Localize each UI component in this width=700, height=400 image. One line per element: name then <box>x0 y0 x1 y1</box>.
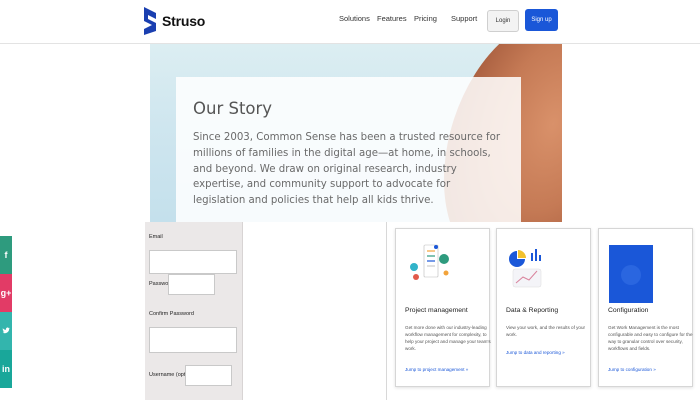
nav-features[interactable]: Features <box>377 14 407 23</box>
brand-logo[interactable]: Struso <box>141 7 205 35</box>
username-field[interactable] <box>185 365 232 386</box>
password-field[interactable] <box>168 274 215 295</box>
login-button[interactable]: Login <box>487 10 519 32</box>
card-title: Data & Reporting <box>506 307 559 314</box>
brand-name: Struso <box>162 13 206 29</box>
card-data-reporting[interactable]: Data & Reporting View your work, and the… <box>496 228 591 387</box>
card-project-management[interactable]: Project management Get more done with ou… <box>395 228 491 387</box>
section-divider <box>386 222 387 400</box>
facebook-icon[interactable]: f <box>0 236 12 274</box>
struso-logo-icon <box>144 7 156 35</box>
card-title: Configuration <box>608 307 649 314</box>
email-label: Email <box>149 234 163 240</box>
card-link[interactable]: Jump to configuration » <box>608 367 656 372</box>
confirm-password-label: Confirm Password <box>149 311 194 317</box>
story-panel: Our Story Since 2003, Common Sense has b… <box>176 77 521 222</box>
top-header: Struso Solutions Features Pricing Suppor… <box>0 0 700 44</box>
signup-button[interactable]: Sign up <box>525 9 558 31</box>
signup-form: Email Password Confirm Password Username… <box>145 222 243 400</box>
nav-solutions[interactable]: Solutions <box>339 14 370 23</box>
hero-banner: Our Story Since 2003, Common Sense has b… <box>150 44 562 222</box>
card-configuration[interactable]: Configuration Get Work Management is the… <box>598 228 693 387</box>
card-link[interactable]: Jump to data and reporting » <box>506 350 565 355</box>
story-title: Our Story <box>193 99 273 118</box>
data-reporting-icon <box>509 249 542 288</box>
story-text: Since 2003, Common Sense has been a trus… <box>193 132 501 207</box>
linkedin-icon[interactable]: in <box>0 350 12 388</box>
card-title: Project management <box>405 307 468 314</box>
card-link[interactable]: Jump to project management » <box>405 367 468 372</box>
card-description: Get more done with our industry-leading … <box>405 325 491 351</box>
google-plus-icon[interactable]: g+ <box>0 274 12 312</box>
card-description: View your work, and the results of your … <box>506 325 586 337</box>
nav-pricing[interactable]: Pricing <box>414 14 437 23</box>
configuration-icon <box>609 245 653 303</box>
card-description: Get Work Management is the most configur… <box>608 325 693 351</box>
email-field[interactable] <box>149 250 237 274</box>
twitter-icon[interactable] <box>0 312 12 350</box>
nav-support[interactable]: Support <box>451 14 477 23</box>
project-management-icon <box>410 244 449 280</box>
confirm-password-field[interactable] <box>149 327 237 353</box>
